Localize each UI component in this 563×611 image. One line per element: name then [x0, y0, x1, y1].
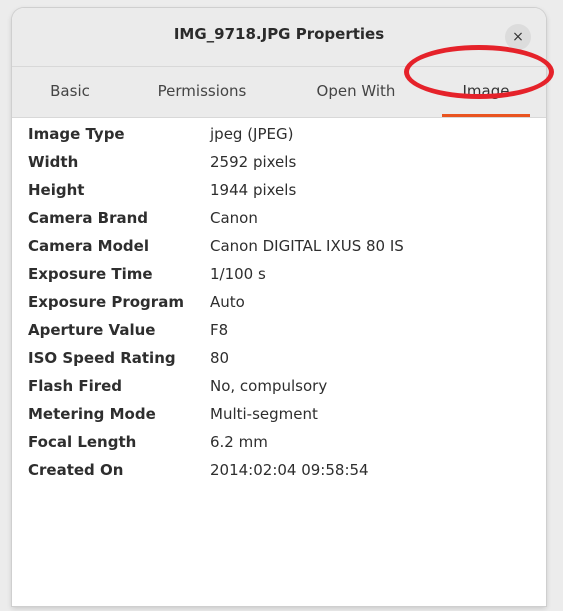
property-row-flash-fired: Flash Fired No, compulsory [28, 372, 536, 400]
tab-image[interactable]: Image [436, 67, 536, 117]
property-row-exposure-program: Exposure Program Auto [28, 288, 536, 316]
tab-bar: Basic Permissions Open With Image [12, 67, 546, 118]
property-label: Exposure Time [28, 265, 153, 283]
property-row-width: Width 2592 pixels [28, 148, 536, 176]
property-value: Auto [210, 293, 245, 311]
property-label: Metering Mode [28, 405, 156, 423]
tab-open-with[interactable]: Open With [302, 67, 410, 117]
close-button[interactable]: × [505, 24, 531, 50]
property-value: 2014:02:04 09:58:54 [210, 461, 369, 479]
tab-basic[interactable]: Basic [42, 67, 98, 117]
property-value: Multi-segment [210, 405, 318, 423]
property-label: Flash Fired [28, 377, 123, 395]
property-label: Aperture Value [28, 321, 156, 339]
title-bar: IMG_9718.JPG Properties × [12, 8, 546, 67]
property-label: Image Type [28, 125, 125, 143]
property-value: 2592 pixels [210, 153, 297, 171]
property-value: 1944 pixels [210, 181, 297, 199]
property-value: 80 [210, 349, 230, 367]
property-row-iso-speed-rating: ISO Speed Rating 80 [28, 344, 536, 372]
property-label: Camera Brand [28, 209, 149, 227]
property-row-image-type: Image Type jpeg (JPEG) [28, 120, 536, 148]
property-label: Focal Length [28, 433, 137, 451]
property-row-focal-length: Focal Length 6.2 mm [28, 428, 536, 456]
property-label: ISO Speed Rating [28, 349, 176, 367]
property-row-camera-model: Camera Model Canon DIGITAL IXUS 80 IS [28, 232, 536, 260]
property-value: 1/100 s [210, 265, 266, 283]
properties-dialog: IMG_9718.JPG Properties × Basic Permissi… [12, 8, 546, 606]
property-row-exposure-time: Exposure Time 1/100 s [28, 260, 536, 288]
property-row-camera-brand: Camera Brand Canon [28, 204, 536, 232]
property-value: jpeg (JPEG) [210, 125, 294, 143]
close-icon: × [512, 29, 524, 45]
property-label: Exposure Program [28, 293, 184, 311]
property-value: No, compulsory [210, 377, 328, 395]
tab-permissions[interactable]: Permissions [142, 67, 262, 117]
property-label: Width [28, 153, 79, 171]
dialog-title: IMG_9718.JPG Properties [173, 25, 385, 43]
property-value: Canon DIGITAL IXUS 80 IS [210, 237, 404, 255]
property-value: F8 [210, 321, 229, 339]
property-label: Height [28, 181, 85, 199]
property-row-created-on: Created On 2014:02:04 09:58:54 [28, 456, 536, 484]
property-value: Canon [210, 209, 258, 227]
property-row-metering-mode: Metering Mode Multi-segment [28, 400, 536, 428]
image-properties-list: Image Type jpeg (JPEG) Width 2592 pixels… [28, 120, 536, 484]
property-value: 6.2 mm [210, 433, 268, 451]
property-row-height: Height 1944 pixels [28, 176, 536, 204]
property-label: Created On [28, 461, 124, 479]
property-label: Camera Model [28, 237, 149, 255]
property-row-aperture-value: Aperture Value F8 [28, 316, 536, 344]
